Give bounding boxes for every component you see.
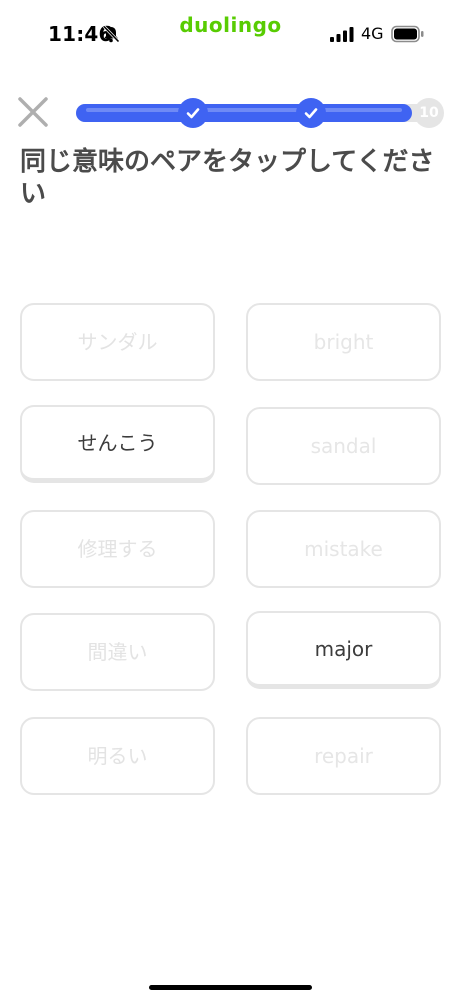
close-icon[interactable] — [16, 95, 50, 129]
match-tile[interactable]: bright — [246, 303, 441, 381]
check-icon — [186, 108, 200, 119]
lesson-progress-bar: 10 — [76, 98, 444, 128]
match-tile[interactable]: sandal — [246, 407, 441, 485]
battery-icon — [391, 25, 424, 43]
match-tile[interactable]: mistake — [246, 510, 441, 588]
signal-bars-icon — [330, 27, 354, 42]
match-tile[interactable]: major — [246, 611, 441, 689]
progress-checkpoint — [178, 98, 208, 128]
check-icon — [304, 108, 318, 119]
network-type: 4G — [361, 24, 384, 43]
progress-checkpoint — [296, 98, 326, 128]
match-tile[interactable]: サンダル — [20, 303, 215, 381]
match-tile[interactable]: せんこう — [20, 405, 215, 483]
match-tile[interactable]: repair — [246, 717, 441, 795]
home-indicator — [149, 985, 312, 990]
match-tile[interactable]: 間違い — [20, 613, 215, 691]
progress-goal-badge: 10 — [414, 98, 444, 128]
progress-fill — [76, 104, 412, 122]
instruction-title: 同じ意味のペアをタップしてください — [20, 147, 435, 209]
match-tile[interactable]: 明るい — [20, 717, 215, 795]
status-bar: 11:46 duolingo 4G — [0, 0, 461, 66]
match-tile[interactable]: 修理する — [20, 510, 215, 588]
